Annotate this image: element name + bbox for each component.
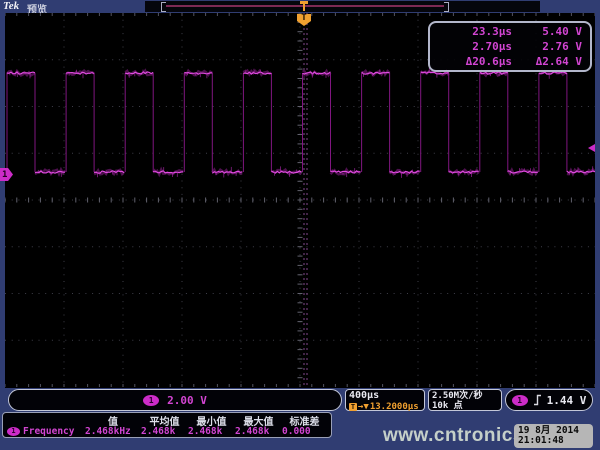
trigger-t-icon: T <box>349 403 357 411</box>
measurement-value: 2.468kHz <box>85 426 141 437</box>
measurement-row-frequency[interactable]: 1 Frequency 2.468kHz 2.468k 2.468k 2.468… <box>3 425 331 437</box>
trigger-delay-row: T →▼ 13.2000µs <box>349 402 421 412</box>
time-per-div: 400µs <box>349 391 421 401</box>
measurement-min: 2.468k <box>188 426 235 437</box>
cursor-delta-volts: Δ2.64 V <box>512 55 582 70</box>
measurement-channel-badge-icon: 1 <box>7 427 20 436</box>
trigger-settings-badge[interactable]: 1 1.44 V <box>505 389 593 411</box>
record-window-bracket-left <box>161 2 166 12</box>
measurement-header-row: 值 平均值 最小值 最大值 标准差 <box>3 413 331 425</box>
cursor-delta-time: Δ20.6µs <box>430 55 512 70</box>
channel1-marker-label: 1 <box>2 170 7 180</box>
measurement-stddev: 0.000 <box>282 426 327 437</box>
delay-arrows-icon: →▼ <box>358 402 369 412</box>
measurement-table: 值 平均值 最小值 最大值 标准差 1 Frequency 2.468kHz 2… <box>2 412 332 438</box>
rising-edge-icon <box>533 394 542 406</box>
cursor-b-time: 2.70µs <box>430 40 512 55</box>
measurement-max: 2.468k <box>235 426 282 437</box>
right-edge-marker-icon <box>588 144 595 152</box>
measurement-name: Frequency <box>23 426 74 437</box>
channel1-volts-per-div: 2.00 V <box>167 394 207 407</box>
cursor-b-readout: 2.70µs 2.76 V <box>430 40 590 55</box>
channel1-scale-badge[interactable]: 1 2.00 V <box>8 389 342 411</box>
trigger-source-badge-icon: 1 <box>512 395 528 406</box>
cursor-readout-box: 23.3µs 5.40 V 2.70µs 2.76 V Δ20.6µs Δ2.6… <box>428 21 592 72</box>
record-view-strip <box>145 1 540 12</box>
sample-rate: 2.50M次/秒 <box>432 391 498 401</box>
record-trigger-marker-icon[interactable] <box>300 1 308 12</box>
oscilloscope-screen: Tek 预览 T 1 23.3µs 5.40 V 2.70µs 2.76 V <box>0 0 600 450</box>
horizontal-settings-badge[interactable]: 400µs T →▼ 13.2000µs <box>345 389 425 411</box>
top-bar: Tek 预览 <box>0 0 600 13</box>
channel1-badge-icon: 1 <box>143 395 159 406</box>
trigger-level-value: 1.44 V <box>547 394 587 407</box>
cursor-b-volts: 2.76 V <box>512 40 582 55</box>
tek-logo: Tek <box>3 0 19 12</box>
acquisition-settings-badge[interactable]: 2.50M次/秒 10k 点 <box>428 389 502 411</box>
trigger-delay-value: 13.2000µs <box>370 402 419 412</box>
record-window-bracket-right <box>444 2 449 12</box>
measurement-mean: 2.468k <box>141 426 188 437</box>
record-length: 10k 点 <box>432 401 498 411</box>
cursor-a-volts: 5.40 V <box>512 25 582 40</box>
cursor-delta-readout: Δ20.6µs Δ2.64 V <box>430 55 590 70</box>
measurement-name-cell: 1 Frequency <box>3 426 85 437</box>
time-value: 21:01:48 <box>518 436 589 446</box>
datetime-badge: 19 8月 2014 21:01:48 <box>514 424 593 448</box>
record-trigger-stem <box>303 4 305 11</box>
cursor-a-time: 23.3µs <box>430 25 512 40</box>
cursor-a-readout: 23.3µs 5.40 V <box>430 25 590 40</box>
trigger-flag-label: T <box>301 14 306 23</box>
